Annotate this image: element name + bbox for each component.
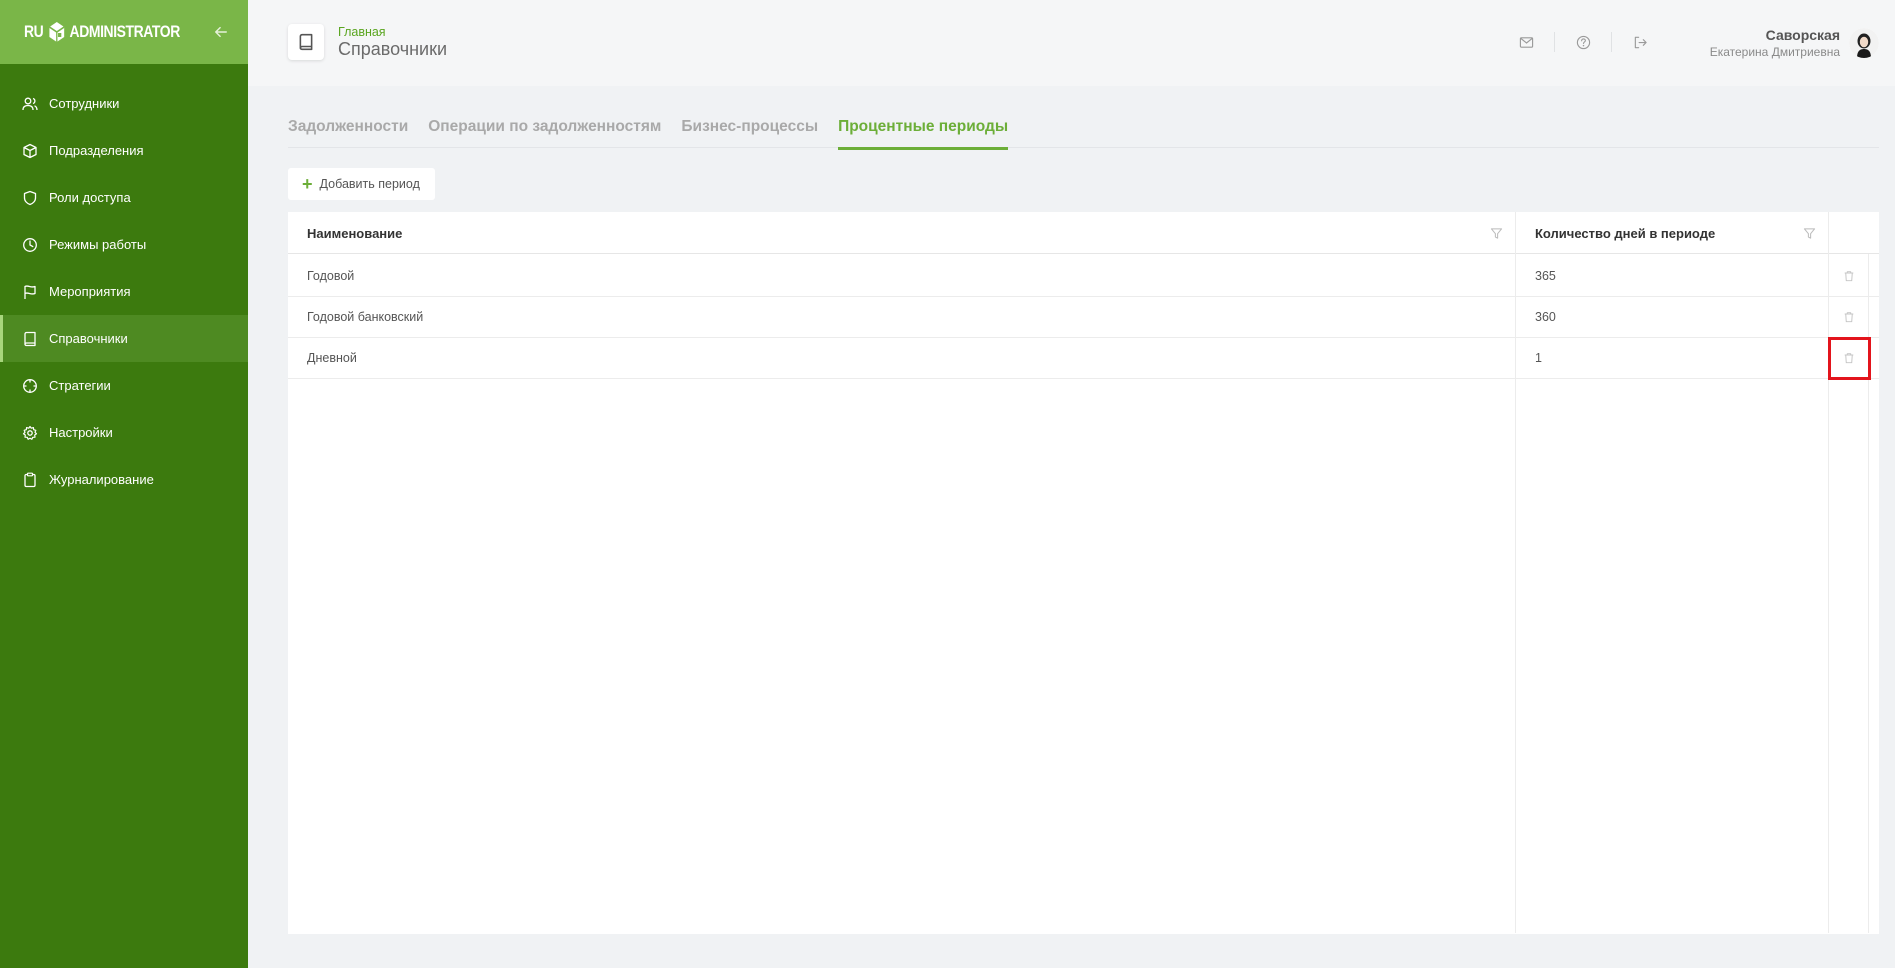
sidebar-item-label: Сотрудники	[49, 96, 120, 111]
cell-name: Годовой банковский	[307, 310, 424, 324]
logout-icon	[1634, 36, 1647, 48]
page-book-icon	[288, 24, 324, 60]
sidebar-item-label: Стратегии	[49, 378, 111, 393]
delete-row-button[interactable]	[1829, 256, 1869, 296]
logo-text-right: ADMINISTRATOR	[69, 22, 181, 41]
mail-icon	[1519, 36, 1533, 48]
flag-icon	[24, 284, 36, 299]
sidebar-item-label: Справочники	[49, 331, 128, 346]
filter-icon	[1490, 227, 1503, 239]
sidebar-item-settings[interactable]: Настройки	[0, 409, 248, 456]
crosshair-icon	[23, 378, 37, 393]
page-title: Справочники	[338, 39, 448, 59]
sidebar-item-work-modes[interactable]: Режимы работы	[0, 221, 248, 268]
book-icon	[24, 331, 36, 346]
logout-button[interactable]	[1612, 30, 1668, 54]
trash-icon	[1844, 271, 1854, 282]
table-row[interactable]: Годовой банковский 360	[288, 297, 1879, 338]
tab-business-processes[interactable]: Бизнес-процессы	[681, 118, 818, 148]
gear-icon	[22, 425, 38, 440]
arrow-left-icon	[215, 26, 228, 38]
plus-icon: +	[302, 174, 313, 194]
sidebar-item-label: Подразделения	[49, 143, 144, 158]
logo-cube-icon	[47, 21, 65, 43]
sidebar-item-logging[interactable]: Журналирование	[0, 456, 248, 503]
cell-days: 1	[1535, 351, 1542, 365]
sidebar-item-label: Режимы работы	[49, 237, 147, 252]
sidebar-item-label: Мероприятия	[49, 284, 131, 299]
user-info[interactable]: Саворская Екатерина Дмитриевна	[1710, 27, 1840, 59]
cell-days: 360	[1535, 310, 1556, 324]
sidebar-item-label: Роли доступа	[49, 190, 131, 205]
table-row[interactable]: Дневной 1	[288, 338, 1879, 379]
column-header-name: Наименование	[288, 212, 1516, 254]
user-avatar-icon	[1849, 28, 1879, 58]
sidebar-item-events[interactable]: Мероприятия	[0, 268, 248, 315]
tab-debts[interactable]: Задолженности	[288, 118, 408, 148]
sidebar-item-label: Настройки	[49, 425, 113, 440]
column-title-name: Наименование	[307, 225, 403, 241]
header-actions	[1498, 30, 1668, 54]
add-period-button[interactable]: + Добавить период	[288, 168, 435, 200]
page-header: Главная Справочники Саворская Екатерина …	[248, 0, 1895, 86]
column-header-actions	[1829, 212, 1879, 254]
periods-table: Наименование Количество дней в периоде Г…	[288, 212, 1879, 934]
delete-row-button[interactable]	[1829, 297, 1869, 337]
tab-interest-periods[interactable]: Процентные периоды	[838, 118, 1009, 150]
sidebar-item-departments[interactable]: Подразделения	[0, 127, 248, 174]
sidebar-item-employees[interactable]: Сотрудники	[0, 80, 248, 127]
sidebar-item-label: Журналирование	[49, 472, 154, 487]
highlight-box	[1828, 337, 1871, 380]
column-header-days: Количество дней в периоде	[1516, 212, 1829, 254]
clock-icon	[23, 237, 37, 252]
breadcrumb-home-link[interactable]: Главная	[338, 25, 386, 39]
table-header: Наименование Количество дней в периоде	[288, 212, 1879, 254]
table-body: Годовой 365 Годовой банковский 360 Дневн…	[288, 254, 1879, 933]
mail-button[interactable]	[1498, 30, 1554, 54]
filter-name-button[interactable]	[1490, 227, 1503, 240]
avatar[interactable]	[1849, 28, 1879, 58]
cell-name: Дневной	[307, 351, 357, 365]
user-last-name: Саворская	[1765, 27, 1840, 43]
users-icon	[22, 97, 38, 110]
clipboard-icon	[24, 472, 36, 487]
cell-days: 365	[1535, 269, 1556, 283]
help-button[interactable]	[1555, 30, 1611, 54]
cell-name: Годовой	[307, 269, 355, 283]
sidebar: RU ADMINISTRATOR Сотрудники Подразделени…	[0, 0, 248, 968]
column-title-days: Количество дней в периоде	[1535, 225, 1716, 241]
shield-icon	[23, 190, 37, 205]
app-logo[interactable]: RU ADMINISTRATOR	[24, 21, 180, 43]
sidebar-item-access-roles[interactable]: Роли доступа	[0, 174, 248, 221]
table-row[interactable]: Годовой 365	[288, 256, 1879, 297]
sidebar-nav: Сотрудники Подразделения Роли доступа Ре…	[0, 64, 248, 503]
help-icon	[1576, 35, 1590, 49]
filter-icon	[1803, 227, 1816, 239]
sidebar-item-directories[interactable]: Справочники	[0, 315, 248, 362]
sidebar-item-strategies[interactable]: Стратегии	[0, 362, 248, 409]
table-rows: Годовой 365 Годовой банковский 360 Дневн…	[288, 256, 1879, 379]
logo-text-left: RU	[24, 22, 44, 41]
cube-icon	[23, 143, 37, 158]
tabs-bar: Задолженности Операции по задолженностям…	[288, 118, 1879, 150]
sidebar-header: RU ADMINISTRATOR	[0, 0, 248, 64]
trash-icon	[1844, 312, 1854, 323]
collapse-sidebar-button[interactable]	[214, 22, 228, 42]
tab-debt-operations[interactable]: Операции по задолженностям	[428, 118, 661, 148]
add-period-label: Добавить период	[319, 177, 420, 191]
filter-days-button[interactable]	[1803, 227, 1816, 240]
user-first-name: Екатерина Дмитриевна	[1709, 45, 1840, 59]
